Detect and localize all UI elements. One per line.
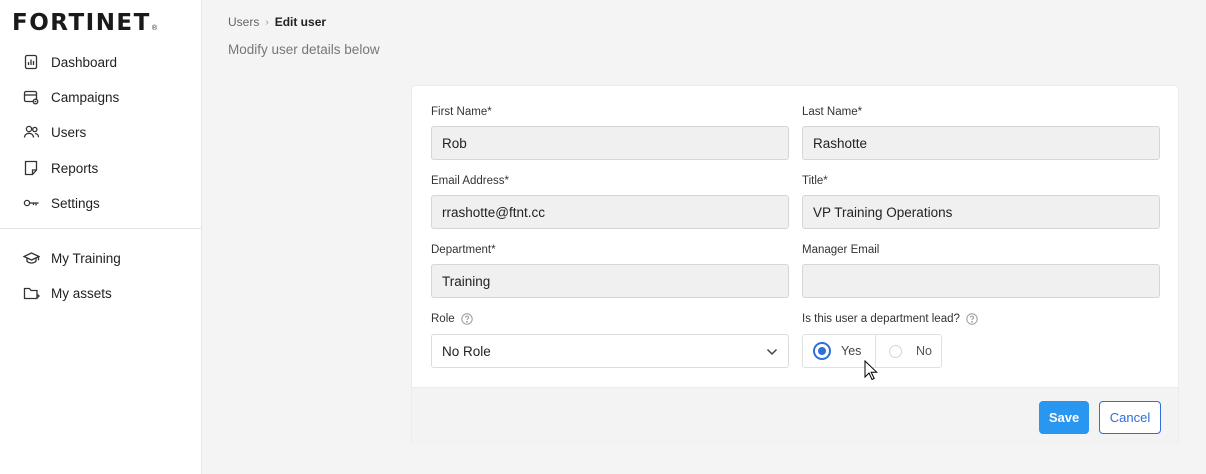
chevron-down-icon	[766, 344, 778, 359]
sidebar-item-dashboard[interactable]: Dashboard	[22, 50, 117, 74]
key-icon	[22, 194, 40, 212]
email-field[interactable]: rrashotte@ftnt.cc	[431, 195, 789, 229]
manager-email-label: Manager Email	[802, 244, 880, 256]
breadcrumb-users-link[interactable]: Users	[228, 15, 259, 29]
department-lead-no-radio[interactable]: No	[876, 335, 941, 367]
sidebar-item-settings[interactable]: Settings	[22, 191, 100, 215]
title-label: Title*	[802, 175, 828, 187]
sidebar-item-label: Settings	[51, 195, 100, 211]
role-label-row: Role	[431, 313, 473, 325]
sidebar-item-my-training[interactable]: My Training	[22, 246, 121, 270]
breadcrumb-current: Edit user	[274, 15, 327, 29]
title-field[interactable]: VP Training Operations	[802, 195, 1160, 229]
sidebar-item-label: My Training	[51, 250, 121, 266]
first-name-field[interactable]: Rob	[431, 126, 789, 160]
campaigns-icon	[22, 88, 40, 106]
sidebar-item-campaigns[interactable]: Campaigns	[22, 85, 119, 109]
department-lead-label: Is this user a department lead?	[802, 313, 960, 325]
department-label: Department*	[431, 244, 496, 256]
role-select[interactable]: No Role	[431, 334, 789, 368]
department-field[interactable]: Training	[431, 264, 789, 298]
sidebar-item-label: Campaigns	[51, 89, 120, 105]
page-subtitle: Modify user details below	[228, 42, 380, 57]
sidebar-item-label: Users	[51, 124, 87, 140]
dashboard-icon	[22, 53, 40, 71]
sidebar-item-label: Dashboard	[51, 54, 118, 70]
breadcrumb: Users › Edit user	[228, 15, 326, 29]
users-icon	[22, 123, 40, 141]
manager-email-field[interactable]	[802, 264, 1160, 298]
reports-icon	[22, 159, 40, 177]
sidebar-item-my-assets[interactable]: My assets	[22, 281, 112, 305]
sidebar: FORTINET ® Dashboard Campaigns Users Rep…	[0, 0, 202, 474]
sidebar-item-label: Reports	[51, 160, 99, 176]
radio-unchecked-icon	[889, 344, 902, 358]
save-button[interactable]: Save	[1039, 401, 1089, 434]
sidebar-item-label: My assets	[51, 285, 112, 301]
edit-user-form-card: First Name* Rob Last Name* Rashotte Emai…	[411, 85, 1179, 445]
cancel-button[interactable]: Cancel	[1099, 401, 1161, 434]
help-icon[interactable]	[460, 313, 473, 325]
role-select-value: No Role	[442, 343, 491, 359]
sidebar-divider	[0, 228, 201, 229]
email-label: Email Address*	[431, 175, 509, 187]
help-icon[interactable]	[966, 313, 978, 325]
folder-icon	[22, 284, 40, 302]
last-name-label: Last Name*	[802, 106, 863, 118]
last-name-field[interactable]: Rashotte	[802, 126, 1160, 160]
sidebar-item-users[interactable]: Users	[22, 120, 86, 144]
radio-yes-label: Yes	[841, 344, 862, 358]
fortinet-logo[interactable]: FORTINET ®	[12, 10, 158, 36]
department-lead-label-row: Is this user a department lead?	[802, 313, 978, 325]
logo-text: FORTINET	[12, 10, 151, 36]
role-label: Role	[431, 313, 455, 325]
first-name-label: First Name*	[431, 106, 492, 118]
radio-no-label: No	[916, 344, 932, 358]
radio-checked-icon	[813, 342, 831, 360]
chevron-right-icon: ›	[265, 16, 269, 28]
form-footer: Save Cancel	[412, 387, 1178, 445]
graduation-cap-icon	[22, 249, 40, 267]
mouse-cursor-icon	[864, 359, 878, 386]
logo-registered-mark: ®	[151, 25, 158, 32]
sidebar-item-reports[interactable]: Reports	[22, 156, 98, 180]
